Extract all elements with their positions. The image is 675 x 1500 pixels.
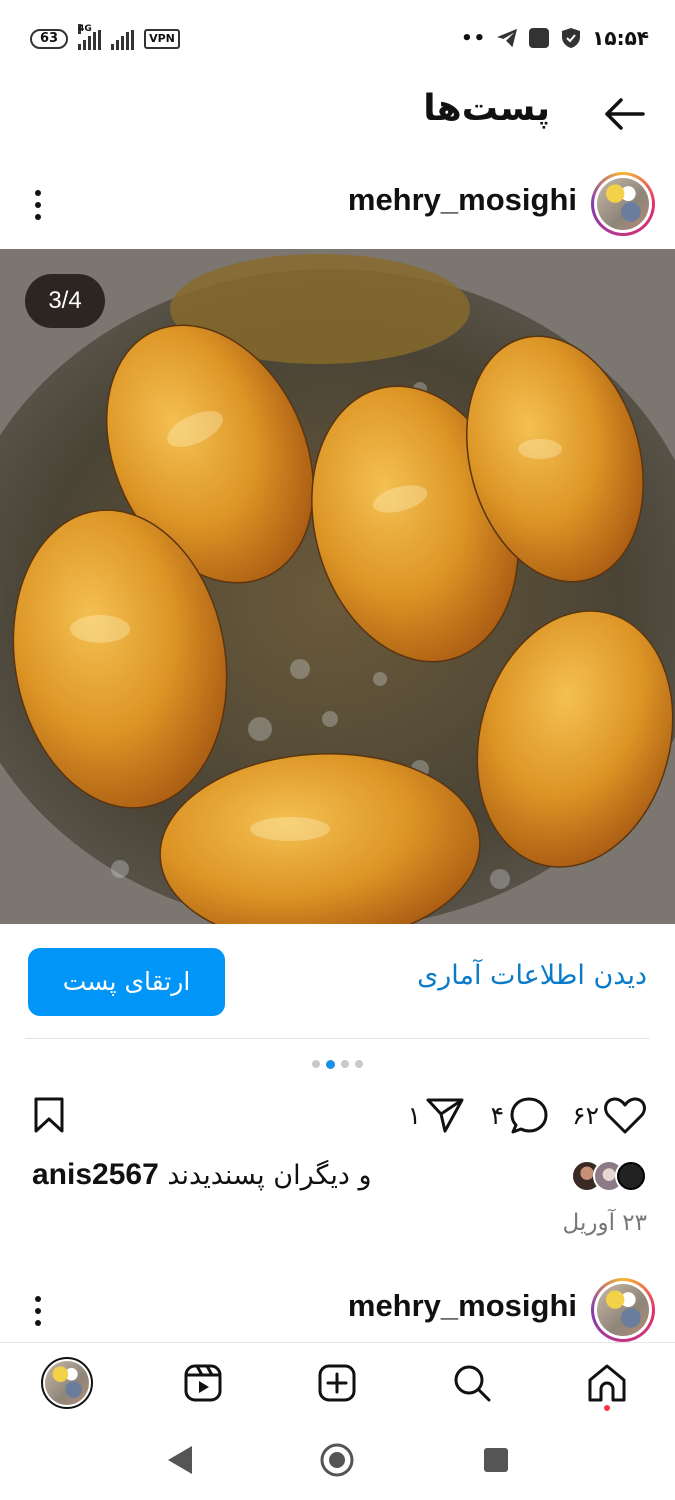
comment-icon[interactable] [508, 1095, 550, 1135]
status-right: •• ۱۵:۵۴ [461, 26, 649, 50]
heart-icon[interactable] [603, 1095, 647, 1135]
view-insights-link[interactable]: دیدن اطلاعات آماری [417, 960, 647, 991]
page-header: پست‌ها [0, 80, 675, 150]
page-title: پست‌ها [423, 88, 550, 129]
liked-by-text[interactable]: و دیگران پسندیدند anis2567 [32, 1158, 372, 1192]
search-icon [454, 1365, 491, 1402]
system-back-icon[interactable] [166, 1444, 194, 1476]
post-actions: ۱ ۴ ۶۲ [0, 1090, 675, 1140]
signal-icon-2 [111, 28, 135, 50]
vpn-badge: VPN [144, 29, 180, 49]
comment-metric[interactable]: ۴ [491, 1094, 550, 1136]
signal-icon: 4G [78, 24, 102, 50]
carousel-dot [341, 1060, 349, 1068]
back-arrow-icon[interactable] [603, 94, 647, 134]
app-square-icon [529, 28, 550, 48]
divider [25, 1038, 650, 1039]
image-counter: 3/4 [25, 274, 105, 328]
post-image[interactable]: 3/4 [0, 249, 675, 924]
carousel-dot [312, 1060, 320, 1068]
nav-create[interactable] [311, 1357, 363, 1409]
avatar[interactable] [591, 172, 655, 236]
carousel-indicator [0, 1060, 675, 1069]
telegram-icon [497, 28, 518, 48]
shield-icon [562, 28, 581, 48]
post-username[interactable]: mehry_mosighi [348, 1288, 577, 1324]
notification-dot [604, 1405, 610, 1411]
avatar [615, 1160, 647, 1192]
liked-by-avatars[interactable] [571, 1160, 647, 1192]
share-metric[interactable]: ۱ [408, 1094, 465, 1136]
post-username[interactable]: mehry_mosighi [348, 182, 577, 218]
share-icon[interactable] [425, 1096, 465, 1134]
nav-reels[interactable] [177, 1357, 229, 1409]
nav-profile[interactable] [41, 1357, 93, 1409]
promote-post-button[interactable]: ارتقای پست [28, 948, 225, 1016]
clock: ۱۵:۵۴ [592, 26, 649, 50]
fried-pastries-photo [0, 249, 675, 924]
status-bar: 63 4G VPN •• ۱۵:۵۴ [0, 0, 675, 80]
battery-indicator: 63 [30, 29, 69, 49]
liked-by-user[interactable]: anis2567 [32, 1158, 159, 1191]
avatar[interactable] [591, 1278, 655, 1342]
post-header: mehry_mosighi [0, 166, 675, 242]
notification-dots: •• [461, 27, 487, 49]
more-icon[interactable] [30, 1294, 46, 1328]
status-left: 63 4G VPN [30, 24, 180, 50]
nav-home[interactable] [581, 1357, 633, 1411]
nav-search[interactable] [446, 1357, 498, 1409]
next-post-header: mehry_mosighi [0, 1272, 675, 1348]
carousel-dot [355, 1060, 363, 1068]
system-recents-icon[interactable] [483, 1447, 509, 1473]
bookmark-icon[interactable] [33, 1096, 65, 1134]
like-count: ۶۲ [572, 1100, 599, 1130]
reels-icon [184, 1364, 222, 1402]
like-metric[interactable]: ۶۲ [572, 1094, 647, 1136]
comment-count: ۴ [490, 1100, 504, 1130]
profile-avatar [41, 1357, 93, 1409]
share-count: ۱ [407, 1100, 421, 1130]
post-date: ۲۳ آوریل [562, 1210, 647, 1236]
bottom-navigation [0, 1342, 675, 1424]
carousel-dot-active [326, 1060, 335, 1069]
liked-by-suffix: و دیگران پسندیدند [167, 1160, 372, 1191]
system-home-icon[interactable] [319, 1442, 355, 1478]
network-type: 4G [78, 24, 92, 34]
more-icon[interactable] [30, 188, 46, 222]
home-icon [588, 1364, 626, 1402]
create-icon [318, 1364, 356, 1402]
system-navigation [0, 1424, 675, 1500]
